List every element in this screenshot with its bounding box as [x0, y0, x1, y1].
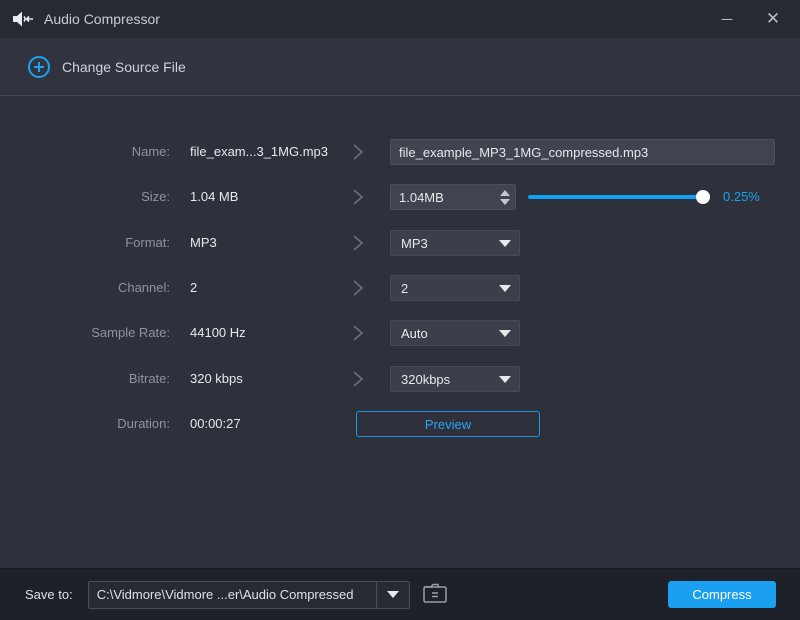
window-title: Audio Compressor	[44, 11, 160, 27]
save-path-input[interactable]	[88, 587, 376, 602]
chevron-right-icon	[348, 142, 368, 162]
size-slider[interactable]	[528, 190, 710, 204]
row-bitrate: Bitrate: 320 kbps 320kbps	[0, 366, 800, 392]
size-spinner-value: 1.04MB	[399, 189, 444, 205]
chevron-right-icon	[348, 278, 368, 298]
size-percent-label: 0.25%	[723, 189, 760, 204]
titlebar: Audio Compressor ─ ✕	[0, 0, 800, 38]
dropdown-arrow-icon	[499, 239, 511, 247]
open-folder-button[interactable]	[422, 582, 448, 607]
format-dropdown-value: MP3	[401, 235, 428, 251]
duration-label: Duration:	[117, 416, 170, 431]
row-name: Name: file_exam...3_1MG.mp3	[0, 139, 800, 165]
channel-source-value: 2	[190, 280, 198, 295]
sample-rate-dropdown[interactable]: Auto	[390, 320, 520, 346]
change-source-file-label: Change Source File	[62, 58, 186, 75]
row-size: Size: 1.04 MB 1.04MB 0.25%	[0, 184, 800, 210]
spinner-up-icon[interactable]	[500, 189, 510, 196]
header: Change Source File	[0, 38, 800, 96]
sample-rate-dropdown-value: Auto	[401, 325, 428, 341]
footer: Save to: Compress	[0, 568, 800, 620]
window-controls: ─ ✕	[704, 0, 800, 38]
size-label: Size:	[141, 189, 170, 204]
row-format: Format: MP3 MP3	[0, 230, 800, 256]
form-area: Name: file_exam...3_1MG.mp3 Size: 1.04 M…	[0, 96, 800, 568]
change-source-file-button[interactable]: Change Source File	[28, 55, 186, 78]
speaker-compress-icon	[12, 10, 34, 28]
dropdown-arrow-icon	[499, 329, 511, 337]
row-duration: Duration: 00:00:27 Preview	[0, 411, 800, 437]
format-dropdown[interactable]: MP3	[390, 230, 520, 256]
dropdown-arrow-icon	[499, 375, 511, 383]
spinner-down-icon[interactable]	[500, 198, 510, 205]
sample-rate-source-value: 44100 Hz	[190, 325, 246, 340]
name-source-value: file_exam...3_1MG.mp3	[190, 144, 329, 159]
dropdown-arrow-icon	[386, 591, 399, 598]
channel-label: Channel:	[117, 280, 170, 295]
chevron-right-icon	[348, 233, 368, 253]
save-path-box	[87, 580, 410, 609]
channel-dropdown-value: 2	[401, 280, 409, 296]
channel-dropdown[interactable]: 2	[390, 275, 520, 301]
format-source-value: MP3	[190, 235, 217, 250]
size-source-value: 1.04 MB	[190, 189, 239, 204]
format-label: Format:	[125, 235, 170, 250]
compress-button[interactable]: Compress	[668, 581, 776, 608]
bitrate-dropdown[interactable]: 320kbps	[390, 366, 520, 392]
chevron-right-icon	[348, 187, 368, 207]
size-slider-thumb[interactable]	[696, 190, 710, 204]
save-to-label: Save to:	[25, 587, 73, 602]
close-button[interactable]: ✕	[750, 0, 796, 38]
chevron-right-icon	[348, 369, 368, 389]
size-spinner-arrows	[500, 189, 510, 205]
name-label: Name:	[131, 144, 170, 159]
chevron-right-icon	[348, 323, 368, 343]
bitrate-source-value: 320 kbps	[190, 371, 243, 386]
dropdown-arrow-icon	[499, 284, 511, 292]
bitrate-label: Bitrate:	[128, 371, 170, 386]
sample-rate-label: Sample Rate:	[91, 325, 170, 340]
folder-icon	[422, 582, 448, 607]
save-path-dropdown-button[interactable]	[377, 582, 409, 608]
duration-source-value: 00:00:27	[190, 416, 241, 431]
output-name-input[interactable]	[390, 139, 775, 165]
row-channel: Channel: 2 2	[0, 275, 800, 301]
minimize-button[interactable]: ─	[704, 0, 750, 38]
audio-compressor-window: Audio Compressor ─ ✕ Change Source File …	[0, 0, 800, 620]
bitrate-dropdown-value: 320kbps	[401, 371, 451, 387]
size-spinner[interactable]: 1.04MB	[390, 184, 516, 210]
preview-button[interactable]: Preview	[356, 411, 540, 437]
plus-circle-icon	[28, 55, 50, 78]
row-sample-rate: Sample Rate: 44100 Hz Auto	[0, 320, 800, 346]
